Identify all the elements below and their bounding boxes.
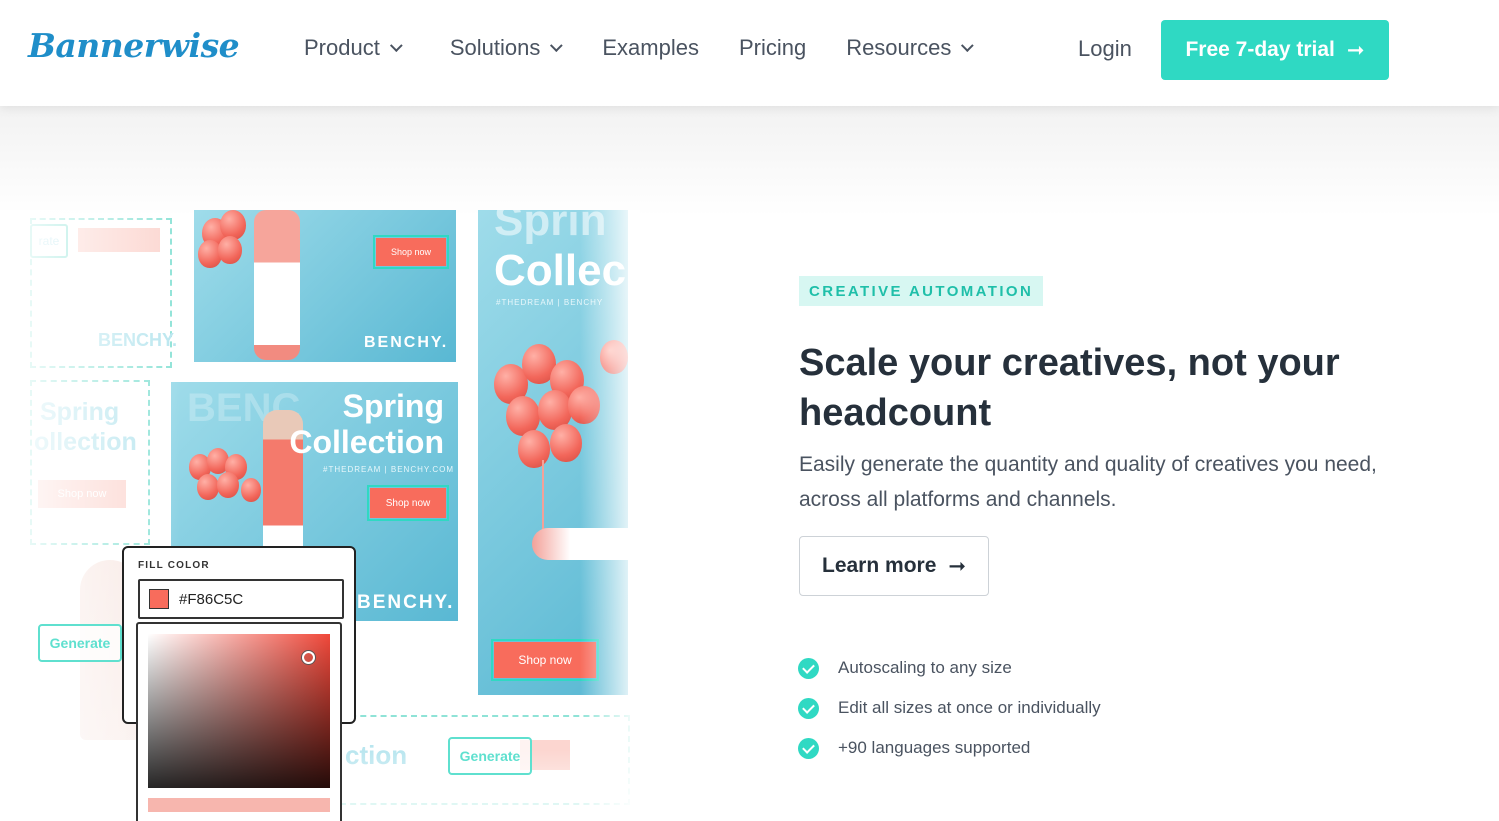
- nav-pricing-label: Pricing: [738, 35, 807, 60]
- nav-solutions-label: Solutions: [449, 35, 541, 60]
- banner-title-line2: Collection: [289, 424, 444, 460]
- feature-label: Edit all sizes at once or individually: [838, 698, 1101, 717]
- banner-brand: BENCHY.: [364, 334, 449, 351]
- ghost-shop-button: Shop now: [38, 480, 126, 508]
- picker-handle[interactable]: [302, 651, 315, 664]
- balloon: [217, 472, 239, 498]
- free-trial-button[interactable]: Free 7-day trial ➞: [1161, 20, 1389, 80]
- free-trial-label: Free 7-day trial: [1185, 38, 1335, 61]
- chevron-down-icon: [961, 38, 975, 52]
- shop-now-button: Shop now: [491, 639, 599, 681]
- feature-item: Edit all sizes at once or individually: [798, 688, 1101, 728]
- balloon: [241, 478, 261, 502]
- balloon-strings: [542, 460, 544, 530]
- banner-brand: BENCHY.: [357, 592, 455, 613]
- shop-now-button: Shop now: [373, 235, 449, 269]
- learn-more-button[interactable]: Learn more ➞: [799, 536, 989, 596]
- color-picker: [136, 622, 342, 821]
- header-shadow-band: [0, 106, 1499, 216]
- hue-slider[interactable]: [148, 798, 330, 812]
- fill-color-hex: #F86C5C: [179, 590, 244, 608]
- nav-examples-label: Examples: [602, 35, 699, 60]
- shop-now-button: Shop now: [367, 485, 449, 521]
- banner-title-line2: Collec: [494, 246, 627, 295]
- nav-product-label: Product: [304, 35, 380, 60]
- logo[interactable]: Bannerwise: [28, 26, 240, 65]
- nav-product[interactable]: Product: [304, 35, 403, 61]
- eyebrow-label: CREATIVE AUTOMATION: [799, 276, 1044, 306]
- model-arm: [532, 528, 628, 560]
- banner-tagline: #THEDREAM | BENCHY.COM: [323, 465, 455, 474]
- feature-list: Autoscaling to any size Edit all sizes a…: [798, 648, 1101, 768]
- feature-label: Autoscaling to any size: [838, 658, 1012, 677]
- color-picker-gradient[interactable]: [148, 634, 330, 788]
- site-header: Bannerwise Product Solutions Examples Pr…: [0, 0, 1499, 106]
- hero-subtext: Easily generate the quantity and quality…: [799, 453, 1377, 511]
- fill-color-input[interactable]: #F86C5C: [138, 579, 344, 619]
- nav-solutions[interactable]: Solutions: [449, 35, 564, 61]
- main-nav: Product Solutions Examples Pricing Resou…: [304, 35, 975, 61]
- ghost-title: Spring: [40, 398, 120, 426]
- ghost-title: ction: [345, 740, 408, 770]
- ghost-brand: BENCHY.: [98, 330, 178, 350]
- login-link[interactable]: Login: [1078, 36, 1132, 62]
- model-figure: [254, 210, 300, 360]
- color-swatch: [149, 589, 169, 609]
- arrow-right-icon: ➞: [1346, 38, 1365, 62]
- nav-resources[interactable]: Resources: [846, 35, 975, 61]
- banner-title-line1: Spring: [342, 388, 444, 424]
- banner-small: Shop now BENCHY.: [194, 210, 456, 362]
- generate-button[interactable]: Generate: [448, 737, 532, 775]
- ghost-generate-button: rate: [30, 224, 68, 258]
- hero-headline: Scale your creatives, not your headcount: [799, 342, 1340, 434]
- nav-resources-label: Resources: [846, 35, 952, 60]
- feature-item: Autoscaling to any size: [798, 648, 1101, 688]
- balloon: [600, 340, 628, 374]
- nav-pricing[interactable]: Pricing: [739, 35, 806, 61]
- creative-collage: BENCHY. rate Spring ollection Shop now c…: [0, 210, 640, 821]
- nav-examples[interactable]: Examples: [602, 35, 699, 61]
- banner-tall: Sprin Collec #THEDREAM | BENCHY Shop now: [478, 210, 628, 695]
- feature-label: +90 languages supported: [838, 738, 1031, 757]
- balloon: [197, 474, 219, 500]
- arrow-right-icon: ➞: [948, 554, 966, 578]
- banner-title-line1: Sprin: [494, 210, 607, 245]
- balloon: [518, 430, 550, 468]
- generate-button[interactable]: Generate: [38, 624, 122, 662]
- check-circle-icon: [798, 657, 819, 679]
- ghost-title: ollection: [34, 428, 137, 456]
- balloon: [550, 424, 582, 462]
- balloon: [218, 236, 242, 264]
- fill-color-label: FILL COLOR: [138, 560, 210, 571]
- balloon: [568, 386, 600, 424]
- feature-item: +90 languages supported: [798, 728, 1101, 768]
- banner-tagline: #THEDREAM | BENCHY: [496, 298, 604, 307]
- chevron-down-icon: [550, 38, 564, 52]
- check-circle-icon: [798, 737, 819, 759]
- chevron-down-icon: [389, 38, 403, 52]
- check-circle-icon: [798, 697, 819, 719]
- learn-more-label: Learn more: [822, 554, 937, 577]
- ghost-shop-button: [78, 228, 160, 252]
